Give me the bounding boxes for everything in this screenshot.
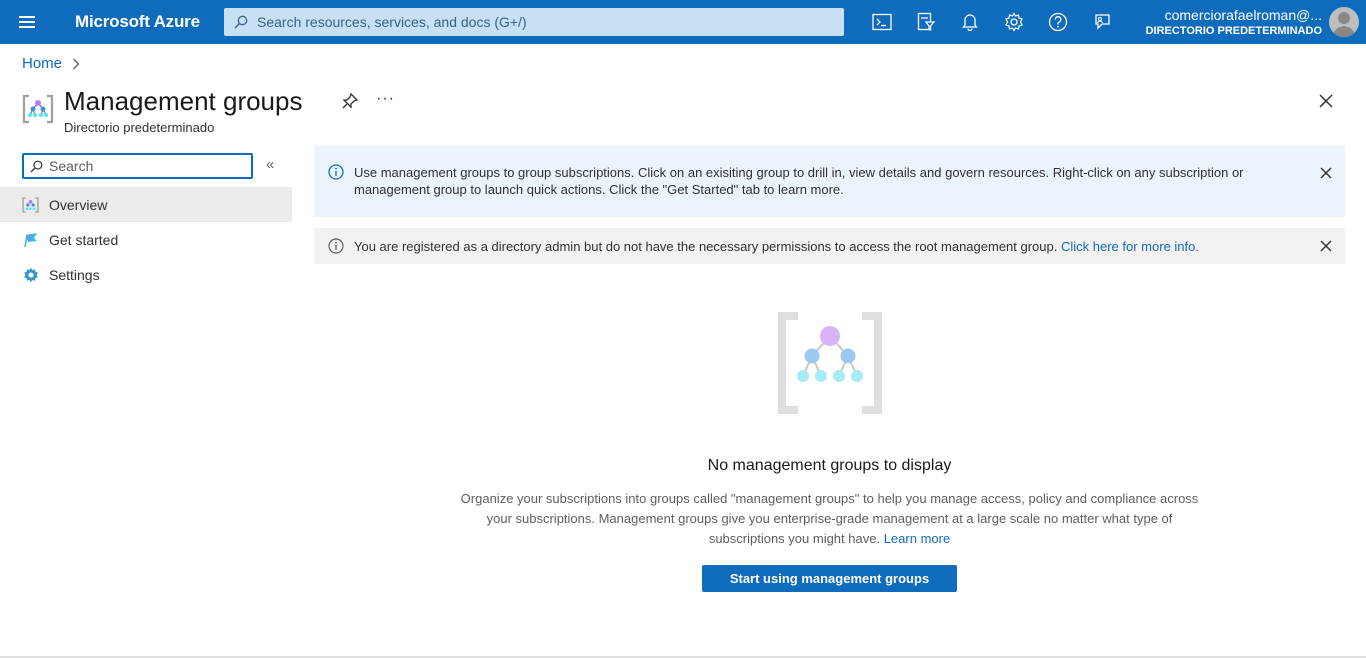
nav-item-label: Get started [49, 231, 119, 248]
nav-item-get-started[interactable]: Get started [0, 222, 292, 257]
account-menu[interactable]: comerciorafaelroman@... DIRECTORIO PREDE… [1146, 7, 1322, 38]
info-banner-text: Use management groups to group subscript… [354, 165, 1244, 197]
nav-item-overview[interactable]: Overview [0, 187, 292, 222]
menu-search-input[interactable] [49, 158, 239, 174]
feedback-icon[interactable] [1090, 10, 1114, 34]
nav-item-settings[interactable]: Settings [0, 257, 292, 292]
collapse-menu-icon[interactable]: « [266, 156, 274, 173]
info-icon [328, 164, 344, 180]
settings-gear-icon[interactable] [1002, 10, 1026, 34]
nav-item-label: Settings [49, 266, 100, 283]
brand-link[interactable]: Microsoft Azure [75, 12, 200, 32]
flag-icon [22, 231, 39, 248]
permission-message: You are registered as a directory admin … [354, 238, 1058, 254]
notifications-bell-icon[interactable] [958, 10, 982, 34]
permission-banner: You are registered as a directory admin … [314, 228, 1345, 264]
more-options-icon[interactable]: ··· [376, 90, 395, 108]
global-search-input[interactable]: Search resources, services, and docs (G+… [224, 8, 844, 36]
empty-state-text: Organize your subscriptions into groups … [460, 491, 1199, 546]
account-directory: DIRECTORIO PREDETERMINADO [1145, 25, 1322, 37]
chevron-right-icon [73, 58, 80, 69]
close-icon[interactable] [1319, 166, 1333, 180]
search-icon [30, 160, 43, 173]
management-groups-illustration-icon [778, 312, 882, 414]
breadcrumb: Home [22, 55, 80, 72]
start-management-groups-button[interactable]: Start using management groups [702, 565, 957, 592]
close-icon[interactable] [1319, 239, 1333, 253]
permission-banner-text: You are registered as a directory admin … [354, 238, 1274, 255]
help-icon[interactable] [1046, 10, 1070, 34]
pin-icon[interactable] [341, 92, 359, 110]
page-title: Management groups [64, 86, 303, 116]
global-search-placeholder: Search resources, services, and docs (G+… [257, 14, 527, 30]
info-banner: Use management groups to group subscript… [314, 145, 1345, 217]
learn-more-link[interactable]: Learn more [884, 531, 950, 546]
management-groups-icon [22, 196, 39, 213]
top-bar: Microsoft Azure Search resources, servic… [0, 0, 1366, 44]
menu-search[interactable] [22, 153, 253, 179]
menu-icon[interactable] [10, 10, 44, 34]
breadcrumb-home-link[interactable]: Home [22, 55, 62, 72]
account-name: comerciorafaelroman@... [1164, 7, 1322, 23]
avatar[interactable] [1329, 7, 1359, 37]
management-groups-icon [22, 94, 54, 124]
empty-state-description: Organize your subscriptions into groups … [454, 489, 1205, 549]
nav-item-label: Overview [49, 196, 108, 213]
more-info-link[interactable]: Click here for more info. [1061, 239, 1199, 254]
close-blade-icon[interactable] [1317, 92, 1335, 110]
search-icon [234, 15, 248, 29]
directory-filter-icon[interactable] [914, 10, 938, 34]
empty-state-heading: No management groups to display [707, 457, 952, 474]
page-subtitle: Directorio predeterminado [64, 120, 215, 135]
cloud-shell-icon[interactable] [870, 10, 894, 34]
gear-icon [22, 266, 39, 283]
info-icon [328, 238, 344, 254]
